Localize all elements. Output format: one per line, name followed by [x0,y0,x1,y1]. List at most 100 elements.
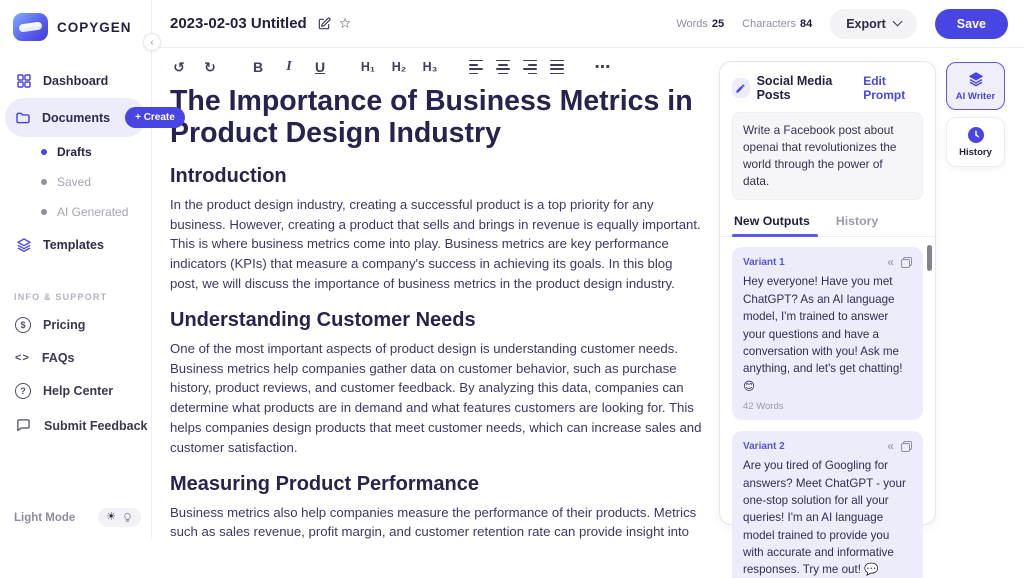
section-heading: Understanding Customer Needs [170,309,702,332]
section-paragraph: One of the most important aspects of pro… [170,339,702,458]
sidebar-item-saved[interactable]: Saved [0,167,151,197]
save-button[interactable]: Save [935,9,1008,39]
align-left-icon[interactable] [469,60,483,75]
sidebar-item-templates[interactable]: Templates [0,227,151,262]
edit-title-icon[interactable] [317,17,331,31]
heading3-button[interactable]: H₃ [421,60,439,74]
sun-icon: ☀ [106,512,116,523]
export-button[interactable]: Export [830,9,917,39]
prompt-text[interactable]: Write a Facebook post about openai that … [732,112,923,200]
sidebar-item-dashboard[interactable]: Dashboard [0,63,151,98]
sidebar-item-label: Pricing [43,318,85,332]
chevron-down-icon [892,17,902,27]
sidebar-item-submit-feedback[interactable]: Submit Feedback [0,408,151,443]
heading1-button[interactable]: H₁ [359,60,377,74]
create-document-button[interactable]: + Create [125,107,185,128]
output-tabs: New Outputs History [720,200,935,237]
tab-new-outputs[interactable]: New Outputs [734,214,810,236]
theme-switcher: Light Mode ☀ [0,508,151,527]
section-heading: Introduction [170,165,702,188]
panel-scrollbar[interactable] [927,245,932,271]
bullet-dot-icon [41,149,47,155]
history-button[interactable]: History [946,117,1005,167]
variant-card[interactable]: Variant 2 « Are you tired of Googling fo… [732,431,923,578]
collapse-variant-icon[interactable]: « [887,256,894,268]
question-icon: ? [15,383,31,399]
export-label: Export [846,17,886,31]
variant-card[interactable]: Variant 1 « Hey everyone! Have you met C… [732,247,923,420]
copy-icon[interactable] [901,257,912,268]
theme-label: Light Mode [14,512,75,524]
clock-icon [968,127,984,143]
underline-button[interactable]: U [311,59,329,75]
sidebar-item-label: Drafts [57,145,92,159]
editor-toolbar: ↺ ↻ B I U H₁ H₂ H₃ ⋯ [152,48,724,86]
collapse-variant-icon[interactable]: « [887,440,894,452]
document-heading: The Importance of Business Metrics in Pr… [170,86,702,150]
app-logo: COPYGEN [0,0,151,41]
undo-icon[interactable]: ↺ [170,59,188,76]
heading2-button[interactable]: H₂ [390,60,408,74]
sidebar-item-label: AI Generated [57,205,128,219]
sidebar-item-ai-generated[interactable]: AI Generated [0,197,151,227]
sidebar-item-faqs[interactable]: <> FAQs [0,342,151,374]
feedback-bubble-icon [15,417,32,434]
bold-button[interactable]: B [249,59,267,75]
sidebar-item-label: Saved [57,175,91,189]
edit-prompt-link[interactable]: Edit Prompt [863,74,923,102]
variant-label: Variant 2 [743,441,785,452]
sidebar-item-label: Dashboard [43,74,108,88]
variant-list: Variant 1 « Hey everyone! Have you met C… [720,237,935,578]
sidebar-item-drafts[interactable]: Drafts [0,137,151,167]
dollar-icon: $ [15,317,31,333]
document-title: 2023-02-03 Untitled [170,15,307,32]
theme-toggle[interactable]: ☀ [98,508,141,527]
section-paragraph: Business metrics also help companies mea… [170,503,702,539]
folder-icon [15,109,31,126]
bullet-dot-icon [41,179,47,185]
topbar: 2023-02-03 Untitled ☆ Words25 Characters… [152,0,1024,48]
panel-header: Social Media Posts Edit Prompt [720,62,935,112]
support-section-title: INFO & SUPPORT [14,292,151,302]
document-editor[interactable]: The Importance of Business Metrics in Pr… [170,86,702,539]
sidebar-item-documents[interactable]: Documents + Create [5,98,146,137]
ai-writer-label: AI Writer [956,91,995,102]
more-options-icon[interactable]: ⋯ [594,57,612,77]
align-justify-icon[interactable] [550,60,564,75]
layers-icon [15,236,32,253]
bulb-icon [122,512,133,523]
sidebar-item-label: Documents [42,111,110,125]
layers-icon [968,71,984,87]
sidebar-item-label: FAQs [42,351,75,365]
variant-text: Hey everyone! Have you met ChatGPT? As a… [743,273,912,395]
sidebar-collapse-button[interactable]: ‹ [143,33,161,51]
bullet-dot-icon [41,209,47,215]
redo-icon[interactable]: ↻ [201,59,219,76]
variant-word-count: 42 Words [743,401,912,412]
variant-label: Variant 1 [743,257,785,268]
dashboard-grid-icon [15,72,32,89]
topbar-actions: Words25 Characters84 Export Save [676,9,1008,39]
section-heading: Measuring Product Performance [170,473,702,496]
word-count: Words25 [676,18,724,30]
logo-icon [13,13,48,41]
sidebar-item-pricing[interactable]: $ Pricing [0,308,151,342]
ai-writer-button[interactable]: AI Writer [946,62,1005,110]
copy-icon[interactable] [901,441,912,452]
sidebar-item-help-center[interactable]: ? Help Center [0,374,151,408]
sidebar-nav: Dashboard Documents + Create Drafts Save… [0,63,151,262]
tab-history[interactable]: History [836,214,878,236]
ai-output-panel: Social Media Posts Edit Prompt Write a F… [719,61,936,525]
italic-button[interactable]: I [280,59,298,75]
character-count-value: 84 [800,18,812,30]
favorite-star-icon[interactable]: ☆ [339,15,352,32]
code-brackets-icon: <> [15,352,30,364]
pencil-icon [732,78,750,98]
sidebar-item-label: Submit Feedback [44,419,148,433]
align-center-icon[interactable] [496,60,510,75]
panel-title: Social Media Posts [757,74,857,102]
history-label: History [959,147,992,158]
align-right-icon[interactable] [523,60,537,75]
sidebar: COPYGEN Dashboard Documents + Create D [0,0,152,539]
sidebar-item-label: Help Center [43,384,113,398]
